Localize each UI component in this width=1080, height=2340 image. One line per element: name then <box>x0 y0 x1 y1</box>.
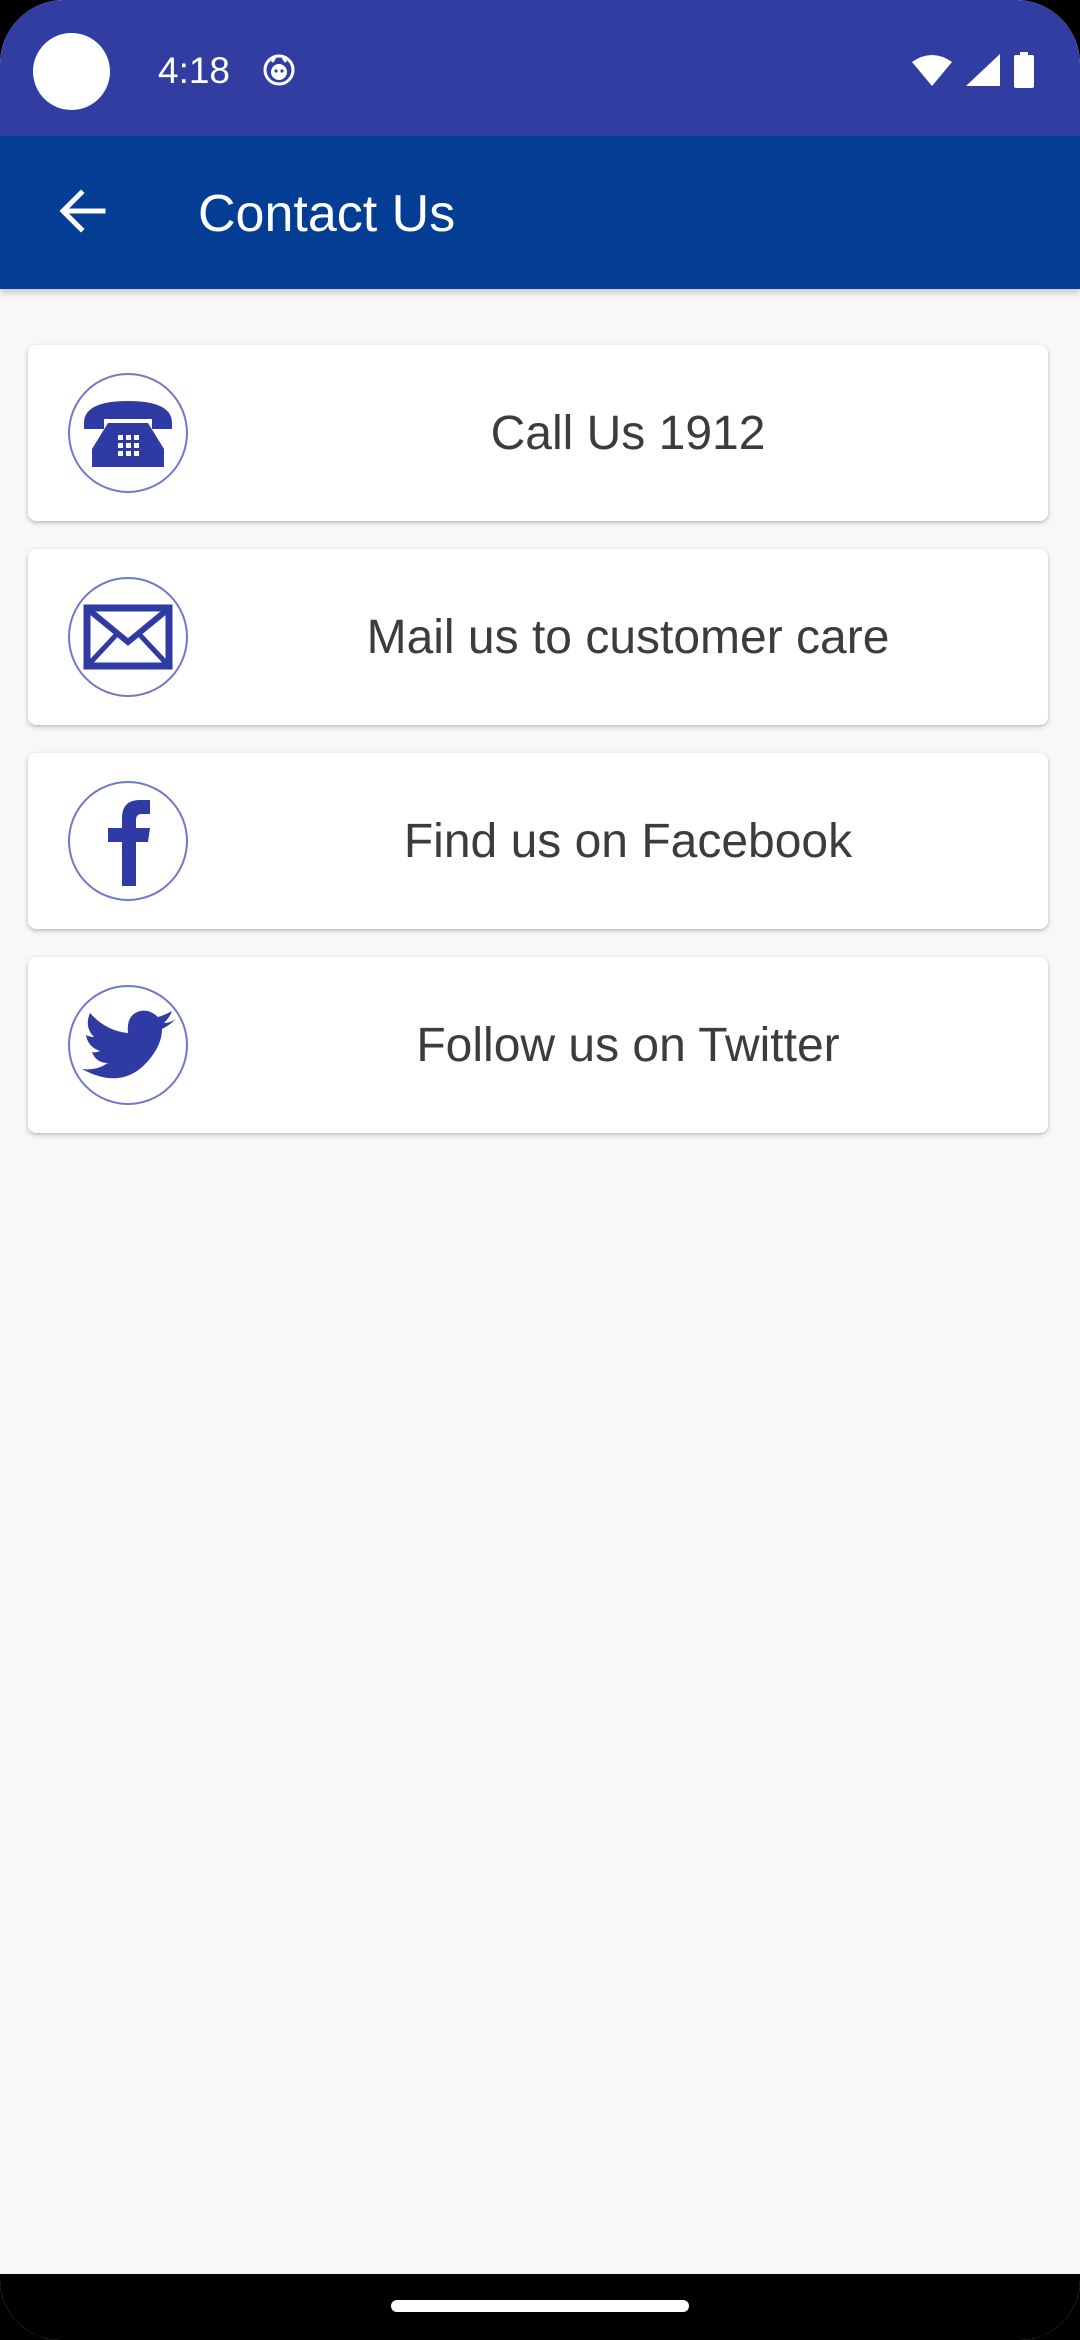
navigation-bar <box>0 2274 1080 2340</box>
telephone-icon <box>68 373 188 493</box>
signal-icon <box>966 54 1000 91</box>
screen: 4:18 Contact Us Call Us 1912 Mail us to … <box>0 0 1080 2340</box>
page-title: Contact Us <box>198 185 456 243</box>
twitter-icon <box>68 985 188 1105</box>
camera-cutout <box>33 33 110 110</box>
home-indicator[interactable] <box>391 2300 689 2312</box>
battery-icon <box>1014 52 1034 93</box>
back-arrow-icon <box>57 188 107 239</box>
mail-icon <box>68 577 188 697</box>
twitter-label: Follow us on Twitter <box>416 1018 840 1072</box>
back-button[interactable] <box>42 173 122 253</box>
status-time: 4:18 <box>158 50 231 91</box>
status-bar: 4:18 <box>0 0 1080 136</box>
facebook-icon <box>68 781 188 901</box>
call-us-label: Call Us 1912 <box>490 406 766 460</box>
mail-us-label: Mail us to customer care <box>366 610 890 664</box>
call-us-card[interactable]: Call Us 1912 <box>28 345 1048 521</box>
notification-icon <box>262 53 296 92</box>
twitter-card[interactable]: Follow us on Twitter <box>28 957 1048 1133</box>
facebook-label: Find us on Facebook <box>403 814 853 868</box>
facebook-card[interactable]: Find us on Facebook <box>28 753 1048 929</box>
mail-us-card[interactable]: Mail us to customer care <box>28 549 1048 725</box>
contact-list: Call Us 1912 Mail us to customer care Fi… <box>28 345 1048 1161</box>
app-bar: Contact Us <box>0 136 1080 289</box>
wifi-icon <box>912 54 952 91</box>
